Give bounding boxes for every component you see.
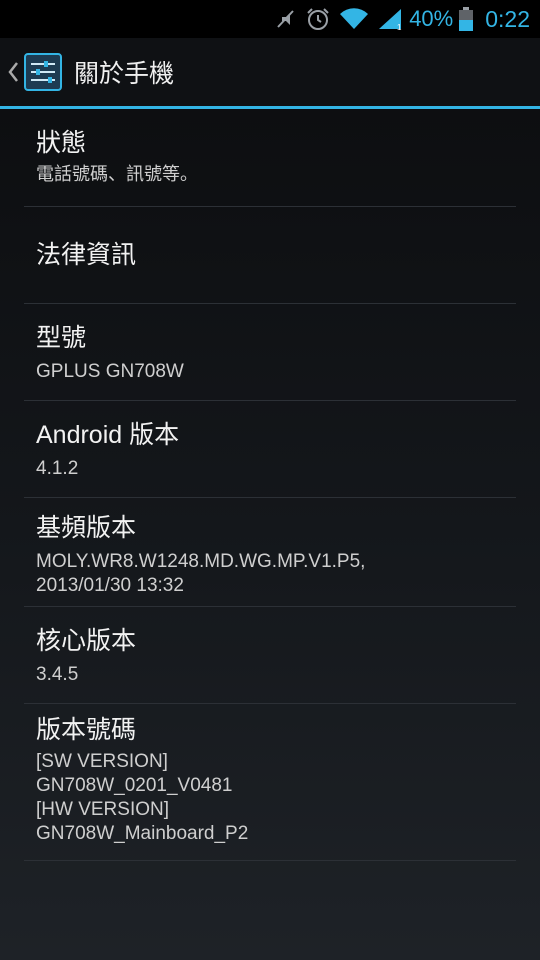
page-title: 關於手機	[74, 59, 175, 88]
battery-percent: 40%	[409, 6, 454, 31]
list-item-build-number[interactable]: 版本號碼 [SW VERSION] GN708W_0201_V0481 [HW …	[24, 704, 516, 861]
item-summary-line: [SW VERSION]	[36, 751, 168, 772]
settings-list: 狀態 電話號碼、訊號等。 法律資訊 型號 GPLUS GN708W Androi…	[0, 109, 540, 861]
item-title: 核心版本	[36, 626, 137, 655]
item-summary-line: GN708W_Mainboard_P2	[36, 823, 249, 844]
chevron-left-icon	[8, 62, 18, 82]
list-item-baseband-version: 基頻版本 MOLY.WR8.W1248.MD.WG.MP.V1.P5, 2013…	[24, 498, 516, 607]
action-bar: 關於手機	[0, 38, 540, 106]
item-summary: 電話號碼、訊號等。	[36, 164, 198, 185]
clock: 0:22	[485, 5, 530, 32]
item-title: Android 版本	[36, 421, 180, 449]
item-summary-line: [HW VERSION]	[36, 799, 170, 820]
item-summary: GPLUS GN708W	[36, 361, 184, 382]
item-summary-line: MOLY.WR8.W1248.MD.WG.MP.V1.P5,	[36, 551, 366, 572]
alarm-icon	[305, 6, 331, 32]
wifi-icon	[339, 7, 369, 31]
list-item-kernel-version: 核心版本 3.4.5	[24, 607, 516, 704]
item-summary: 3.4.5	[36, 664, 79, 685]
item-title: 狀態	[36, 128, 87, 157]
status-bar: 1 40% 0:22	[0, 0, 540, 38]
back-button[interactable]	[2, 38, 24, 106]
list-item-legal-info[interactable]: 法律資訊	[24, 207, 516, 304]
item-title: 法律資訊	[36, 240, 137, 269]
item-summary-line: GN708W_0201_V0481	[36, 775, 233, 796]
item-title: 型號	[36, 323, 87, 352]
settings-icon[interactable]	[24, 53, 62, 91]
item-summary: 4.1.2	[36, 458, 79, 479]
signal-icon: 1	[377, 7, 403, 31]
item-summary-line: 2013/01/30 13:32	[36, 575, 184, 596]
item-title: 基頻版本	[36, 513, 137, 542]
mute-icon	[273, 7, 297, 31]
battery-icon	[459, 7, 474, 31]
list-item-status[interactable]: 狀態 電話號碼、訊號等。	[24, 109, 516, 207]
list-item-android-version[interactable]: Android 版本 4.1.2	[24, 401, 516, 498]
item-title: 版本號碼	[36, 715, 137, 744]
svg-text:1: 1	[397, 23, 402, 31]
list-item-model: 型號 GPLUS GN708W	[24, 304, 516, 401]
